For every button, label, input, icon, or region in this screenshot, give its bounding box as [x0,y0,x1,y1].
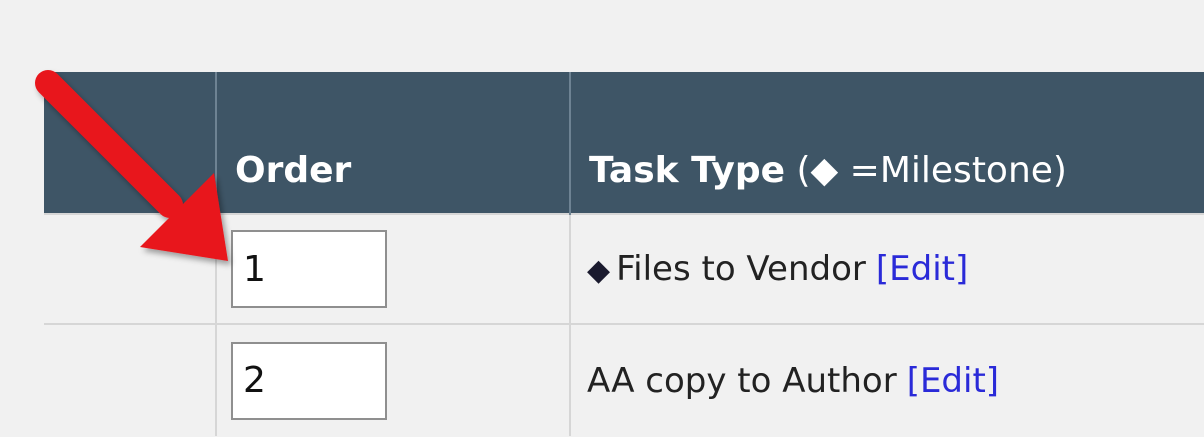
row-blank-cell [44,213,217,324]
order-input[interactable] [231,341,387,420]
order-cell [216,213,571,324]
edit-link[interactable]: [Edit] [907,361,999,401]
order-header-label: Order [235,150,352,191]
edit-link[interactable]: [Edit] [876,249,968,289]
table-row: AA copy to Author[Edit] [44,323,1204,436]
table-header-row: Order Task Type (◆ =Milestone) [44,72,1204,214]
task-type-cell: AA copy to Author [Edit] [570,323,1204,436]
task-type-name: AA copy to Author [587,360,897,401]
task-table: Order Task Type (◆ =Milestone) ◆Files to… [44,72,1204,436]
diamond-icon: ◆ [587,253,611,288]
task-type-cell: ◆ Files to Vendor [Edit] [570,213,1204,324]
order-input[interactable] [231,230,387,308]
row-blank-cell [44,323,217,436]
order-cell [216,323,571,436]
task-type-header-label: Task Type [589,150,786,191]
task-type-name: Files to Vendor [616,249,866,289]
column-header-task-type: Task Type (◆ =Milestone) [570,72,1204,214]
column-header-blank [44,72,217,214]
table-row: ◆Files to Vendor[Edit] [44,213,1204,324]
column-header-order: Order [216,72,571,214]
task-table-container: Order Task Type (◆ =Milestone) ◆Files to… [44,72,1204,437]
milestone-legend: (◆ =Milestone) [785,150,1067,191]
